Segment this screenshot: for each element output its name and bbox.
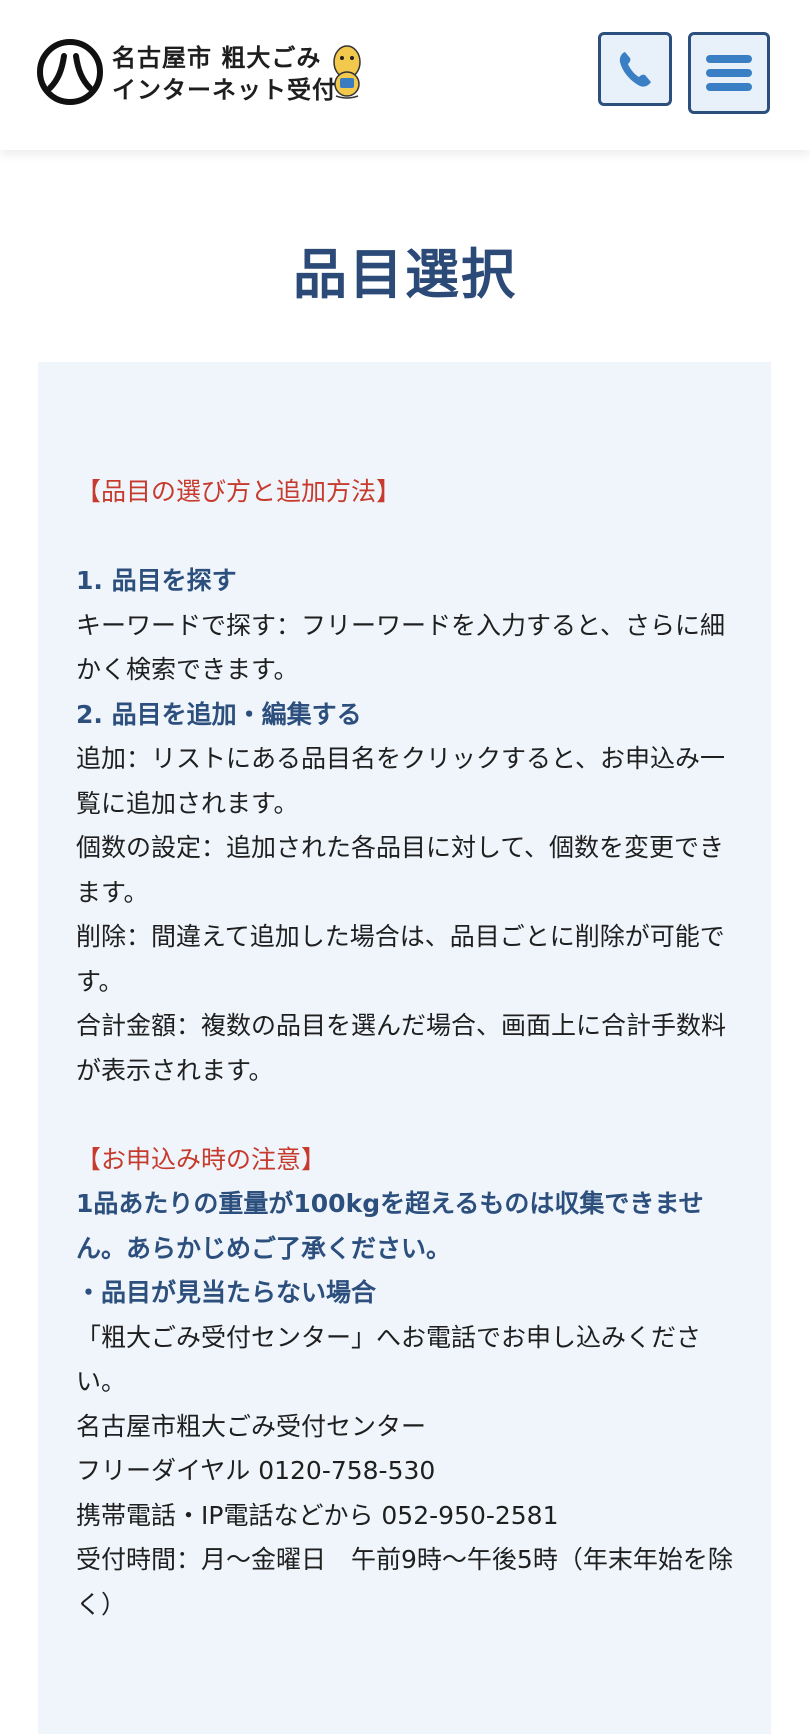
logo-line1: 名古屋市 粗大ごみ: [112, 44, 322, 72]
site-header: 名古屋市 粗大ごみ インターネット受付: [0, 0, 810, 150]
phone-icon: [619, 52, 651, 87]
guide-heading-notes: 【お申込み時の注意】: [76, 1144, 327, 1174]
notfound-text: 「粗大ごみ受付センター」へお電話でお申し込みください。: [76, 1322, 702, 1397]
mascot-icon: [333, 45, 361, 99]
guide-content: 【品目の選び方と追加方法】 1. 品目を探す キーワードで探す：フリーワードを入…: [76, 470, 736, 1627]
free-dial: フリーダイヤル 0120-758-530: [76, 1456, 436, 1485]
guide-panel: 【品目の選び方と追加方法】 1. 品目を探す キーワードで探す：フリーワードを入…: [38, 362, 771, 1734]
logo-line2: インターネット受付: [112, 76, 337, 104]
step1-text: キーワードで探す：フリーワードを入力すると、さらに細かく検索できます。: [76, 610, 726, 685]
step1-title: 1. 品目を探す: [76, 566, 237, 595]
phone-button[interactable]: [598, 32, 672, 106]
page-title: 品目選択: [293, 242, 517, 306]
mobile-ip-phone: 携帯電話・IP電話などから 052-950-2581: [76, 1500, 559, 1530]
weight-note: 1品あたりの重量が100kgを超えるものは収集できません。あらかじめご了承くださ…: [76, 1189, 704, 1263]
hamburger-menu-icon: [706, 55, 752, 91]
total-text: 合計金額：複数の品目を選んだ場合、画面上に合計手数料が表示されます。: [76, 1011, 727, 1085]
delete-text: 削除：間違えて追加した場合は、品目ごとに削除が可能です。: [76, 922, 725, 996]
site-logo[interactable]: 名古屋市 粗大ごみ インターネット受付: [36, 38, 376, 108]
menu-button[interactable]: [688, 32, 770, 114]
guide-heading-selection: 【品目の選び方と追加方法】: [76, 477, 402, 506]
count-text: 個数の設定：追加された各品目に対して、個数を変更できます。: [76, 833, 725, 907]
step2-title: 2. 品目を追加・編集する: [76, 699, 362, 729]
nagoya-city-emblem-icon: [37, 39, 103, 105]
notfound-title: ・品目が見当たらない場合: [76, 1278, 377, 1307]
add-text: 追加：リストにある品目名をクリックすると、お申込み一覧に追加されます。: [76, 744, 726, 818]
reception-hours: 受付時間：月〜金曜日 午前9時〜午後5時（年末年始を除く）: [76, 1545, 733, 1619]
center-name: 名古屋市粗大ごみ受付センター: [76, 1411, 427, 1441]
logo-text: 名古屋市 粗大ごみ インターネット受付: [112, 42, 337, 106]
